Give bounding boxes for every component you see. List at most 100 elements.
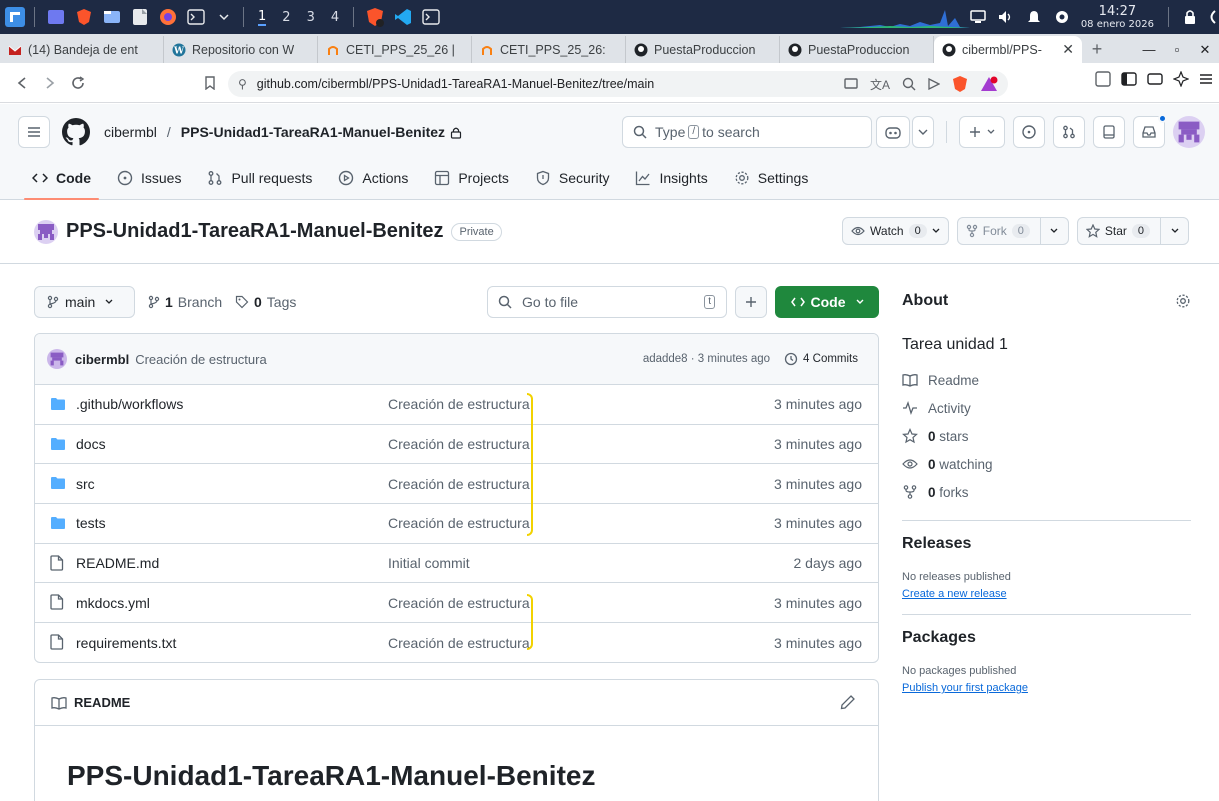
tab-pull-requests[interactable]: Pull requests: [199, 160, 320, 196]
reload-icon[interactable]: [64, 69, 92, 97]
file-commit-message[interactable]: Creación de estructura: [388, 396, 530, 412]
cast-icon[interactable]: [844, 78, 858, 90]
display-icon[interactable]: [965, 4, 991, 30]
file-row[interactable]: src Creación de estructura 3 minutes ago: [35, 464, 878, 505]
hamburger-menu-button[interactable]: [18, 116, 50, 148]
file-commit-message[interactable]: Creación de estructura: [388, 436, 530, 452]
forks-link[interactable]: 0 forks: [902, 478, 1191, 506]
browser-tab-github-2[interactable]: PuestaProduccion: [780, 36, 934, 63]
chevron-down-icon[interactable]: [211, 4, 237, 30]
terminal-icon[interactable]: [183, 4, 209, 30]
tab-settings[interactable]: Settings: [726, 160, 817, 196]
readme-title[interactable]: README: [74, 695, 130, 710]
commit-meta[interactable]: adadde8 · 3 minutes ago: [643, 353, 770, 365]
repositories-button[interactable]: [1093, 116, 1125, 148]
file-name[interactable]: README.md: [76, 555, 159, 571]
watching-link[interactable]: 0 watching: [902, 450, 1191, 478]
issues-button[interactable]: [1013, 116, 1045, 148]
file-row[interactable]: mkdocs.yml Creación de estructura 3 minu…: [35, 583, 878, 624]
file-commit-message[interactable]: Creación de estructura: [388, 595, 530, 611]
file-row[interactable]: .github/workflows Creación de estructura…: [35, 385, 878, 425]
browser-tab-moodle-2[interactable]: CETI_PPS_25_26:: [472, 36, 626, 63]
branches-link[interactable]: 1 Branch: [148, 286, 222, 318]
fork-button[interactable]: Fork 0: [956, 217, 1069, 245]
workspace-2[interactable]: 2: [282, 10, 290, 25]
file-commit-message[interactable]: Creación de estructura: [388, 476, 530, 492]
go-to-file-input[interactable]: Go to file t: [487, 286, 727, 318]
reader-mode-icon[interactable]: [1095, 71, 1111, 87]
leo-icon[interactable]: [1173, 71, 1189, 87]
app-launcher-icon[interactable]: [43, 4, 69, 30]
lock-icon[interactable]: [1177, 4, 1203, 30]
file-commit-message[interactable]: Initial commit: [388, 555, 470, 571]
wallet-icon[interactable]: [1147, 72, 1163, 86]
releases-heading[interactable]: Releases: [902, 535, 1191, 553]
create-new-button[interactable]: [959, 116, 1005, 148]
url-bar[interactable]: ⚲ github.com/cibermbl/PPS-Unidad1-TareaR…: [228, 71, 1008, 97]
brave-rewards-icon[interactable]: [980, 76, 998, 92]
file-commit-message[interactable]: Creación de estructura: [388, 635, 530, 651]
code-button[interactable]: Code: [775, 286, 879, 318]
minimize-icon[interactable]: —: [1135, 42, 1163, 57]
branch-selector[interactable]: main: [34, 286, 135, 318]
translate-icon[interactable]: 文A: [870, 76, 890, 93]
tab-code[interactable]: Code: [24, 160, 99, 200]
vscode-icon[interactable]: [390, 4, 416, 30]
workspace-1[interactable]: 1: [258, 9, 267, 26]
breadcrumb-owner[interactable]: cibermbl: [104, 124, 157, 140]
send-icon[interactable]: [928, 78, 940, 90]
publish-package-link[interactable]: Publish your first package: [902, 682, 1191, 694]
file-row[interactable]: docs Creación de estructura 3 minutes ag…: [35, 425, 878, 465]
tab-insights[interactable]: Insights: [627, 160, 715, 196]
add-file-button[interactable]: [735, 286, 767, 318]
brave-shields-icon[interactable]: [952, 75, 968, 93]
activity-link[interactable]: Activity: [902, 394, 1191, 422]
inbox-button[interactable]: [1133, 114, 1167, 148]
workspace-3[interactable]: 3: [307, 10, 315, 25]
file-name[interactable]: tests: [76, 515, 106, 531]
tab-actions[interactable]: Actions: [330, 160, 416, 196]
browser-tab-active[interactable]: cibermbl/PPS- ✕: [934, 36, 1082, 63]
readme-link[interactable]: Readme: [902, 366, 1191, 394]
fork-dropdown[interactable]: [1039, 218, 1068, 244]
star-dropdown[interactable]: [1160, 218, 1188, 244]
notifications-icon[interactable]: [1021, 4, 1047, 30]
browser-tab-moodle-1[interactable]: CETI_PPS_25_26 |: [318, 36, 472, 63]
stars-link[interactable]: 0 stars: [902, 422, 1191, 450]
forward-icon[interactable]: [36, 69, 64, 97]
file-name[interactable]: mkdocs.yml: [76, 595, 150, 611]
search-input[interactable]: Type / to search: [622, 116, 872, 148]
tab-issues[interactable]: Issues: [109, 160, 189, 196]
edit-readme-button[interactable]: [840, 694, 856, 710]
file-manager-icon[interactable]: [99, 4, 125, 30]
gear-icon[interactable]: [1175, 293, 1191, 309]
site-settings-icon[interactable]: ⚲: [238, 77, 247, 91]
browser-tab-wordpress[interactable]: W Repositorio con W: [164, 36, 318, 63]
file-row[interactable]: README.md Initial commit 2 days ago: [35, 544, 878, 584]
file-name[interactable]: .github/workflows: [76, 396, 183, 412]
file-name[interactable]: src: [76, 476, 95, 492]
sidebar-toggle-icon[interactable]: [1121, 72, 1137, 86]
copilot-button[interactable]: [876, 116, 910, 148]
file-commit-message[interactable]: Creación de estructura: [388, 515, 530, 531]
tags-link[interactable]: 0 Tags: [235, 286, 296, 318]
close-tab-icon[interactable]: ✕: [1062, 41, 1074, 58]
new-tab-icon[interactable]: +: [1082, 36, 1112, 63]
breadcrumb-repo[interactable]: PPS-Unidad1-TareaRA1-Manuel-Benitez: [181, 124, 445, 140]
maximize-icon[interactable]: ▫: [1163, 42, 1191, 57]
tab-security[interactable]: Security: [527, 160, 618, 196]
text-editor-icon[interactable]: [127, 4, 153, 30]
pull-requests-button[interactable]: [1053, 116, 1085, 148]
workspace-4[interactable]: 4: [331, 10, 339, 25]
brave-window-icon[interactable]: [362, 4, 388, 30]
brave-browser-icon[interactable]: [71, 4, 97, 30]
file-name[interactable]: docs: [76, 436, 106, 452]
terminal-window-icon[interactable]: [418, 4, 444, 30]
clock[interactable]: 14:27 08 enero 2026: [1081, 5, 1154, 30]
bookmark-icon[interactable]: [196, 69, 224, 97]
firefox-icon[interactable]: [155, 4, 181, 30]
back-icon[interactable]: [8, 69, 36, 97]
browser-tab-gmail[interactable]: (14) Bandeja de ent: [0, 36, 164, 63]
copilot-dropdown[interactable]: [912, 116, 934, 148]
avatar[interactable]: [34, 219, 58, 244]
